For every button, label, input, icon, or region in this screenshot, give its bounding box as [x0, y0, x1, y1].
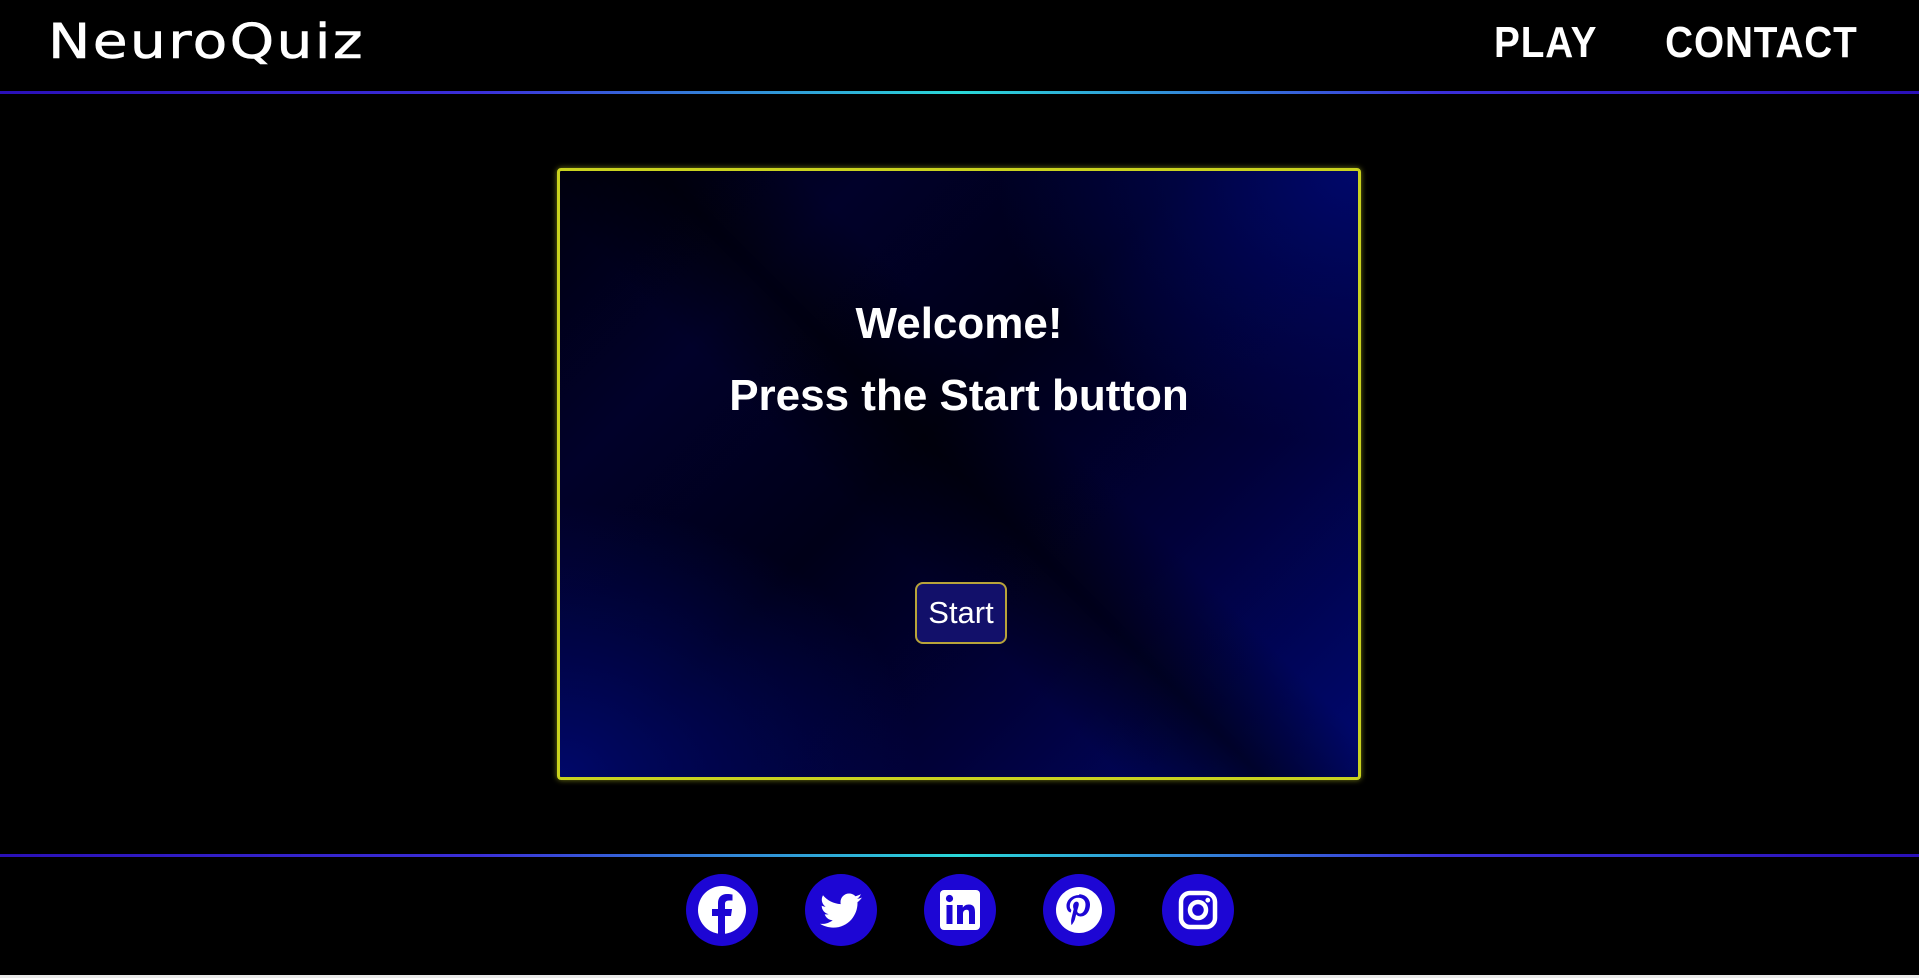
- instruction-heading: Press the Start button: [729, 371, 1189, 420]
- linkedin-link[interactable]: [923, 874, 996, 946]
- facebook-icon: [697, 886, 746, 936]
- twitter-link[interactable]: [804, 874, 877, 946]
- nav-play-link[interactable]: PLAY: [1494, 18, 1597, 68]
- instagram-link[interactable]: [1161, 874, 1234, 946]
- pinterest-link[interactable]: [1042, 874, 1115, 946]
- facebook-link[interactable]: [685, 874, 758, 946]
- instagram-icon: [1178, 890, 1217, 930]
- start-button[interactable]: Start: [915, 582, 1007, 644]
- nav-contact-link[interactable]: CONTACT: [1665, 18, 1858, 68]
- site-header: NeuroQuiz PLAY CONTACT: [0, 0, 1919, 92]
- header-divider: [0, 91, 1919, 94]
- linkedin-icon: [939, 890, 980, 930]
- pinterest-icon: [1055, 887, 1102, 933]
- site-logo[interactable]: NeuroQuiz: [48, 14, 365, 71]
- twitter-icon: [819, 893, 862, 928]
- main-nav: PLAY CONTACT: [1487, 18, 1871, 68]
- quiz-card: Welcome! Press the Start button Start: [557, 168, 1361, 780]
- welcome-heading: Welcome!: [855, 299, 1063, 348]
- social-links: [0, 874, 1919, 946]
- footer-divider: [0, 854, 1919, 857]
